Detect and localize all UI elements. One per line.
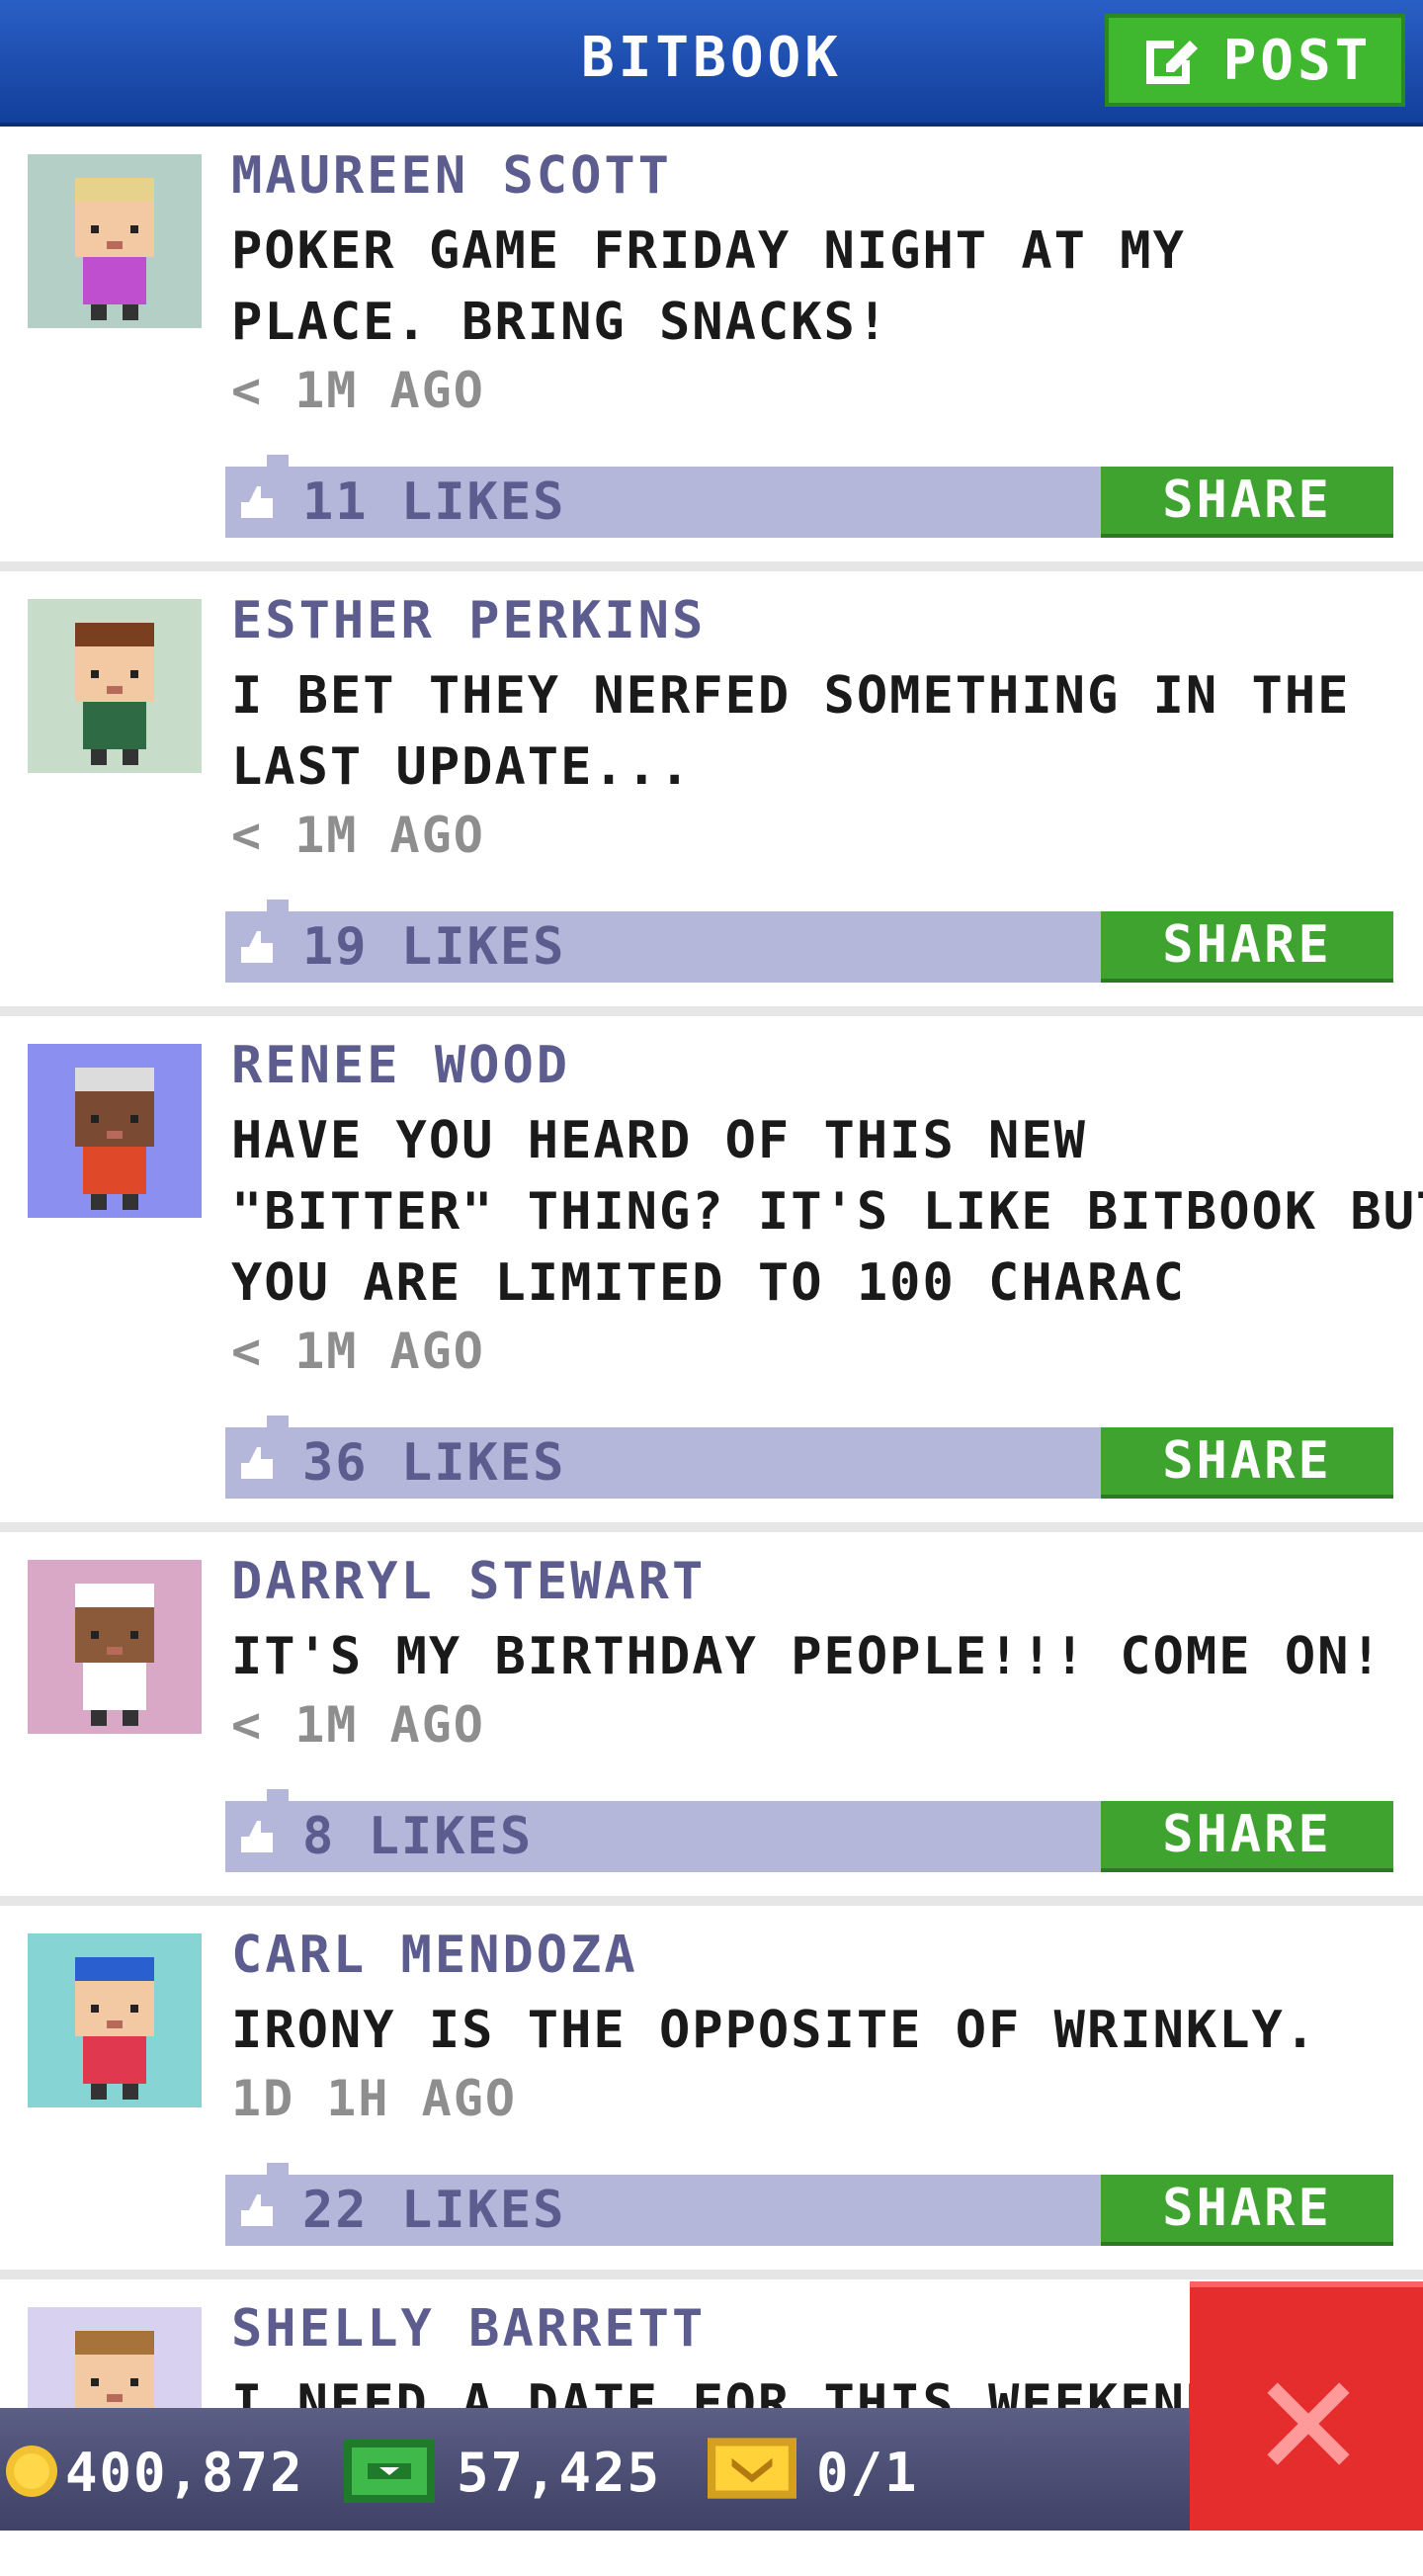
post-author: RENEE WOOD bbox=[231, 1036, 571, 1095]
avatar[interactable] bbox=[28, 154, 202, 328]
post-text-line: I BET THEY NERFED SOMETHING IN THE bbox=[231, 666, 1351, 726]
likes-bar-tab bbox=[267, 900, 289, 911]
likes-bar-tab bbox=[267, 2163, 289, 2175]
avatar-icon bbox=[28, 1933, 202, 2107]
share-button[interactable]: SHARE bbox=[1101, 911, 1393, 983]
post-author: MAUREEN SCOTT bbox=[231, 146, 672, 206]
post-text-line: HAVE YOU HEARD OF THIS NEW bbox=[231, 1111, 1087, 1170]
likes-count: 8 LIKES bbox=[302, 1807, 534, 1866]
thumbs-up-icon bbox=[241, 2194, 273, 2226]
post-text: HAVE YOU HEARD OF THIS NEW "BITTER" THING… bbox=[231, 1105, 1423, 1319]
close-icon bbox=[1267, 2382, 1350, 2465]
post-author: CARL MENDOZA bbox=[231, 1926, 638, 1985]
thumbs-up-icon bbox=[241, 486, 273, 518]
likes-bar[interactable]: 8 LIKES SHARE bbox=[225, 1789, 1393, 1872]
avatar-icon bbox=[28, 599, 202, 773]
thumbs-up-icon bbox=[241, 1821, 273, 1852]
likes-bar-tab bbox=[267, 455, 289, 467]
avatar[interactable] bbox=[28, 1933, 202, 2107]
close-button[interactable] bbox=[1190, 2281, 1423, 2531]
post-text-line: "BITTER" THING? IT'S LIKE BITBOOK BUT bbox=[231, 1182, 1423, 1242]
post-divider bbox=[0, 561, 1423, 571]
post-text: IRONY IS THE OPPOSITE OF WRINKLY. bbox=[231, 1995, 1407, 2066]
share-button[interactable]: SHARE bbox=[1101, 1801, 1393, 1872]
avatar-icon bbox=[28, 154, 202, 328]
post-divider bbox=[0, 1896, 1423, 1906]
post-text: IT'S MY BIRTHDAY PEOPLE!!! COME ON! bbox=[231, 1621, 1407, 1692]
post-author: DARRYL STEWART bbox=[231, 1552, 707, 1611]
post-timestamp: < 1M AGO bbox=[231, 1323, 485, 1380]
avatar-icon bbox=[28, 1044, 202, 1218]
compose-icon bbox=[1145, 41, 1198, 84]
thumbs-up-icon bbox=[241, 931, 273, 963]
post-timestamp: < 1M AGO bbox=[231, 362, 485, 419]
share-button[interactable]: SHARE bbox=[1101, 467, 1393, 538]
post-text-line: LAST UPDATE... bbox=[231, 737, 693, 797]
post-divider bbox=[0, 1522, 1423, 1532]
ticket-count: 0/1 bbox=[816, 2442, 919, 2504]
thumbs-up-icon bbox=[241, 1447, 273, 1479]
post-author: ESTHER PERKINS bbox=[231, 591, 707, 650]
post-text-line: IT'S MY BIRTHDAY PEOPLE!!! COME ON! bbox=[231, 1627, 1383, 1686]
post-button[interactable]: POST bbox=[1105, 14, 1405, 107]
post-text-line: PLACE. BRING SNACKS! bbox=[231, 293, 890, 352]
feed-post: RENEE WOOD HAVE YOU HEARD OF THIS NEW "BIT… bbox=[0, 1016, 1423, 1522]
feed-post: DARRYL STEWART IT'S MY BIRTHDAY PEOPLE!!!… bbox=[0, 1532, 1423, 1896]
app-header: BITBOOK POST bbox=[0, 0, 1423, 127]
share-button[interactable]: SHARE bbox=[1101, 2175, 1393, 2246]
likes-bar[interactable]: 19 LIKES SHARE bbox=[225, 900, 1393, 983]
likes-bar[interactable]: 11 LIKES SHARE bbox=[225, 455, 1393, 538]
post-text-line: IRONY IS THE OPPOSITE OF WRINKLY. bbox=[231, 2001, 1318, 2060]
likes-bar-tab bbox=[267, 1789, 289, 1801]
post-button-label: POST bbox=[1222, 28, 1373, 93]
avatar[interactable] bbox=[28, 599, 202, 773]
post-text-line: POKER GAME FRIDAY NIGHT AT MY bbox=[231, 221, 1186, 281]
feed-post: CARL MENDOZA IRONY IS THE OPPOSITE OF WRI… bbox=[0, 1906, 1423, 2270]
bux-icon bbox=[344, 2440, 435, 2503]
post-text: POKER GAME FRIDAY NIGHT AT MY PLACE. BRIN… bbox=[231, 215, 1407, 358]
avatar-icon bbox=[28, 1560, 202, 1734]
feed-post: ESTHER PERKINS I BET THEY NERFED SOMETHIN… bbox=[0, 571, 1423, 1006]
post-text: I BET THEY NERFED SOMETHING IN THE LAST U… bbox=[231, 660, 1407, 803]
likes-bar[interactable]: 36 LIKES SHARE bbox=[225, 1416, 1393, 1499]
bux-count: 57,425 bbox=[457, 2442, 662, 2504]
coin-icon bbox=[6, 2446, 57, 2497]
feed-post: MAUREEN SCOTT POKER GAME FRIDAY NIGHT AT … bbox=[0, 127, 1423, 561]
post-timestamp: < 1M AGO bbox=[231, 807, 485, 864]
post-timestamp: 1D 1H AGO bbox=[231, 2070, 517, 2127]
likes-bar[interactable]: 22 LIKES SHARE bbox=[225, 2163, 1393, 2246]
share-button[interactable]: SHARE bbox=[1101, 1427, 1393, 1499]
avatar[interactable] bbox=[28, 1560, 202, 1734]
likes-count: 36 LIKES bbox=[302, 1433, 566, 1493]
post-author: SHELLY BARRETT bbox=[231, 2299, 707, 2359]
coin-count: 400,872 bbox=[65, 2442, 304, 2504]
likes-count: 19 LIKES bbox=[302, 917, 566, 977]
post-divider bbox=[0, 1006, 1423, 1016]
likes-count: 22 LIKES bbox=[302, 2181, 566, 2240]
post-divider bbox=[0, 2270, 1423, 2279]
likes-count: 11 LIKES bbox=[302, 472, 566, 532]
post-timestamp: < 1M AGO bbox=[231, 1696, 485, 1754]
avatar[interactable] bbox=[28, 1044, 202, 1218]
likes-bar-tab bbox=[267, 1416, 289, 1427]
ticket-icon bbox=[708, 2438, 796, 2499]
post-text-line: YOU ARE LIMITED TO 100 CHARAC bbox=[231, 1253, 1186, 1313]
status-bar: 400,872 57,425 0/1 bbox=[0, 2408, 1190, 2531]
feed-list: MAUREEN SCOTT POKER GAME FRIDAY NIGHT AT … bbox=[0, 127, 1423, 2576]
